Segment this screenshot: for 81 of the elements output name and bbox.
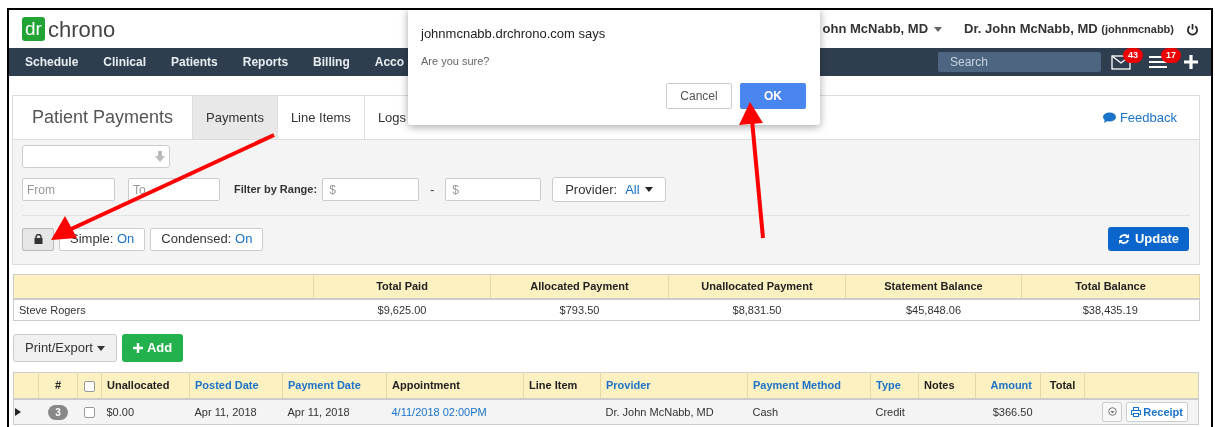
appointment-link[interactable]: 4/11/2018 02:00PM (391, 405, 487, 418)
column-header: # (38, 372, 78, 399)
column-header: Notes (918, 372, 976, 399)
sortable-column-header[interactable]: Type (870, 372, 919, 399)
from-date-field[interactable]: From (22, 178, 115, 201)
nav-item[interactable]: Clinical (103, 53, 147, 71)
column-header: Total Paid (313, 274, 491, 299)
user-menu[interactable]: ohn McNabb, MD (822, 19, 943, 39)
provider-dropdown[interactable]: Provider: All (552, 177, 666, 202)
count-badge: 43 (1123, 48, 1143, 63)
checkbox[interactable] (84, 380, 95, 392)
logo-text: chrono (47, 15, 116, 44)
column-header: Appointment (386, 372, 524, 399)
table-cell: $38,435.19 (1021, 298, 1200, 321)
list-icon[interactable] (1149, 55, 1167, 69)
sortable-column-header[interactable]: Provider (600, 372, 748, 399)
export-dropdown[interactable]: Print/Export (13, 334, 117, 362)
feedback-link[interactable]: Feedback (1102, 96, 1199, 139)
chat-icon (1102, 112, 1116, 123)
table-cell: $9,625.00 (313, 298, 491, 321)
down-arrow-icon (155, 151, 165, 162)
download-icon (1107, 407, 1117, 417)
column-header: Total Balance (1021, 274, 1200, 299)
count-badge: 3 (48, 404, 68, 420)
table-cell: Apr 11, 2018 (282, 398, 387, 425)
sortable-column-header[interactable]: Posted Date (189, 372, 283, 399)
nav-item[interactable]: Patients (171, 53, 218, 71)
caret-icon (934, 26, 943, 32)
dialog-title: johnmcnabb.drchrono.com says (421, 25, 606, 43)
table-cell: $45,848.06 (845, 298, 1022, 321)
account-name[interactable]: Dr. John McNabb, MD (johnmcnabb) (964, 19, 1174, 39)
panel-title: Patient Payments (31, 106, 175, 129)
range-label: Filter by Range: (234, 182, 318, 198)
power-icon[interactable] (1186, 22, 1199, 36)
update-button[interactable]: Update (1107, 227, 1189, 251)
count-badge: 17 (1161, 48, 1181, 63)
logo-mark: dr (22, 17, 45, 41)
sortable-column-header[interactable]: Payment Method (747, 372, 871, 399)
column-header: Unallocated (101, 372, 190, 399)
plus-icon[interactable] (1183, 54, 1199, 70)
sortable-column-header[interactable]: Payment Date (282, 372, 387, 399)
search-field[interactable]: Search (938, 52, 1101, 72)
refresh-icon (1117, 233, 1130, 245)
column-header: Line Item (523, 372, 601, 399)
min-amount-field[interactable]: $ (322, 178, 420, 201)
download-button[interactable] (1102, 401, 1123, 422)
max-amount-field[interactable]: $ (445, 178, 542, 201)
table-cell: Apr 11, 2018 (189, 398, 283, 425)
range-separator: - (430, 181, 435, 199)
column-header: Allocated Payment (490, 274, 669, 299)
column-header: Total (1040, 372, 1085, 399)
plus-icon (132, 343, 143, 353)
toggle-button[interactable]: Condensed: On (150, 227, 264, 251)
ok-button[interactable]: OK (740, 83, 806, 109)
cancel-button[interactable]: Cancel (666, 83, 732, 109)
table-cell: Cash (747, 398, 871, 425)
table-cell: Steve Rogers (13, 298, 314, 321)
receipt-button[interactable]: Receipt (1126, 401, 1188, 422)
select-field[interactable] (22, 145, 170, 168)
table-cell: $8,831.50 (668, 298, 846, 321)
printer-icon (1131, 406, 1142, 417)
table-cell: $0.00 (101, 398, 190, 425)
lock-button[interactable] (22, 227, 54, 251)
lock-icon (33, 234, 43, 244)
nav-item[interactable]: Schedule (25, 53, 79, 71)
caret-icon (644, 187, 653, 192)
nav-item[interactable]: Acco (374, 53, 405, 71)
column-header: Unallocated Payment (668, 274, 846, 299)
tab[interactable]: Payments (192, 96, 277, 139)
nav-item[interactable]: Reports (242, 53, 289, 71)
column-header: Statement Balance (845, 274, 1022, 299)
checkbox[interactable] (84, 407, 95, 419)
expand-icon[interactable] (14, 407, 22, 416)
table-cell: Credit (870, 398, 919, 425)
nav-item[interactable]: Billing (313, 53, 350, 71)
caret-icon (96, 345, 105, 351)
table-cell: $366.50 (975, 398, 1041, 425)
table-cell: $793.50 (490, 298, 669, 321)
table-cell: Dr. John McNabb, MD (600, 398, 748, 425)
sortable-column-header[interactable]: Amount (975, 372, 1041, 399)
dialog-message: Are you sure? (421, 54, 490, 69)
